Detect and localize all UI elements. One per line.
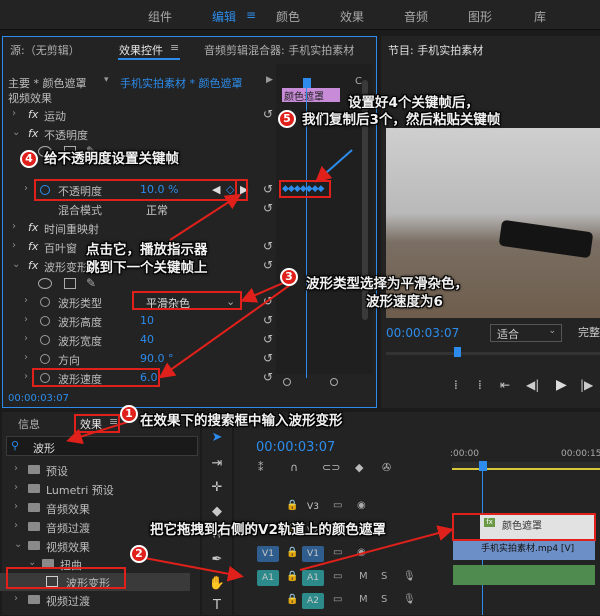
annotation-4: 给不透明度设置关键帧	[44, 151, 179, 167]
annotation-5-line2: 我们复制后3个，然后粘贴关键帧	[302, 112, 501, 128]
annotation-3-line1: 波形类型选择为平滑杂色，	[306, 276, 468, 292]
annotation-1: 在效果下的搜索框中输入波形变形	[140, 413, 343, 429]
annotation-2: 把它拖拽到右侧的V2轨道上的颜色遮罩	[150, 522, 386, 538]
annotation-3-line2: 波形速度为6	[366, 294, 443, 310]
annotation-click-line2: 跳到下一个关键帧上	[86, 260, 208, 276]
arrow-3b	[158, 284, 291, 379]
arrow-1	[66, 419, 135, 445]
arrow-2-back	[133, 555, 244, 582]
step-badge-4: 4	[20, 150, 38, 168]
step-badge-5: 5	[278, 110, 296, 128]
annotation-5-line1: 设置好4个关键帧后，	[348, 95, 479, 111]
step-badge-1: 1	[120, 405, 138, 423]
step-badge-3: 3	[280, 268, 298, 286]
annotation-click-line1: 点击它，播放指示器	[86, 242, 208, 258]
step-badge-2: 2	[130, 545, 148, 563]
arrow-5	[315, 149, 353, 183]
arrow-click	[169, 193, 242, 241]
